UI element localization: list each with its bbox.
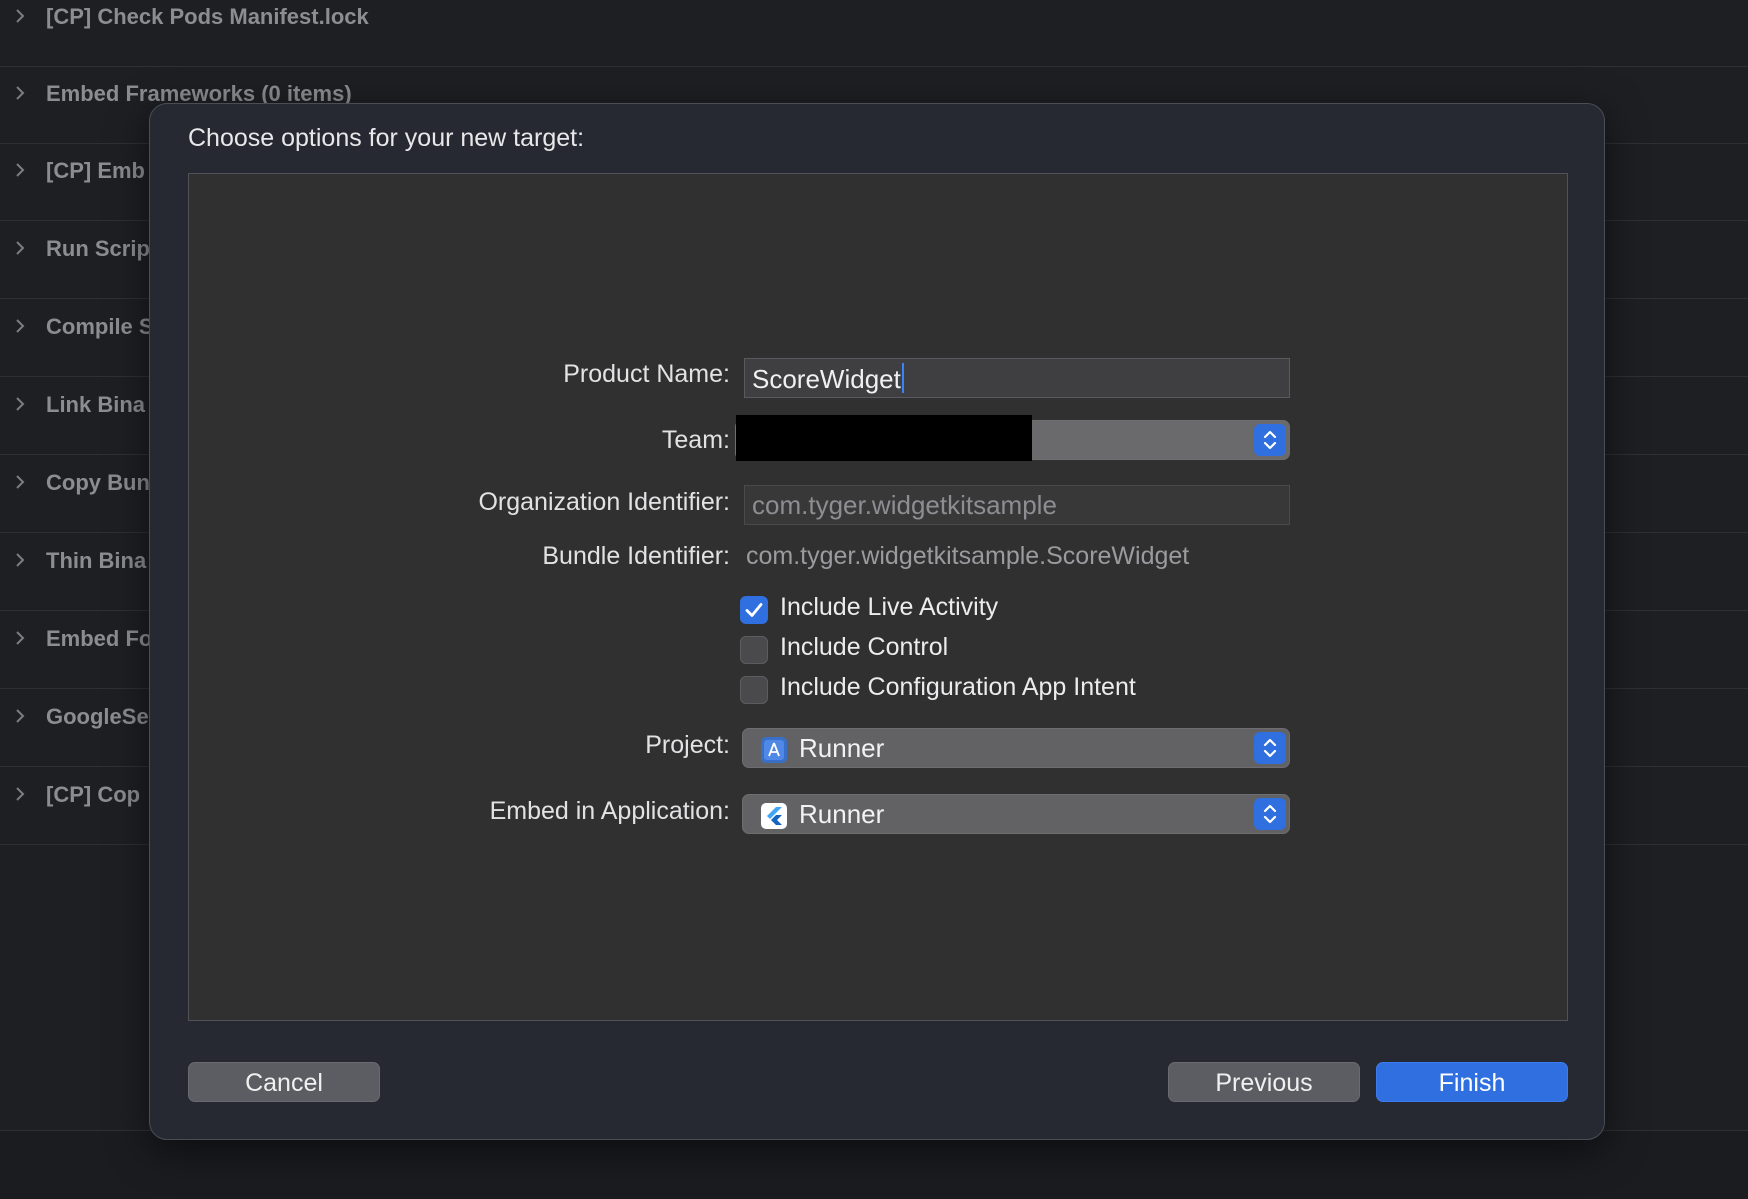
embed-in-application-value: Runner <box>799 799 885 829</box>
build-phase-label: GoogleSe <box>46 704 149 729</box>
bundle-identifier-label: Bundle Identifier: <box>542 542 730 570</box>
chevron-right-icon[interactable] <box>12 160 28 180</box>
text-caret <box>901 363 904 393</box>
team-popup[interactable] <box>735 415 1290 461</box>
organization-identifier-input[interactable]: com.tyger.widgetkitsample <box>744 485 1290 525</box>
build-phase-row[interactable]: [CP] Check Pods Manifest.lock <box>0 0 1748 67</box>
project-popup[interactable]: Runner <box>742 728 1290 768</box>
chevron-right-icon[interactable] <box>12 706 28 726</box>
chevron-right-icon[interactable] <box>12 784 28 804</box>
bottom-bar <box>0 1130 1748 1199</box>
organization-identifier-placeholder: com.tyger.widgetkitsample <box>752 490 1057 520</box>
empty-checkbox-icon[interactable] <box>740 676 768 704</box>
project-label: Project: <box>645 731 730 759</box>
build-phase-label: Run Scrip <box>46 236 150 261</box>
chevron-right-icon[interactable] <box>12 394 28 414</box>
empty-checkbox-icon[interactable] <box>740 636 768 664</box>
previous-button[interactable]: Previous <box>1168 1062 1360 1102</box>
cancel-button[interactable]: Cancel <box>188 1062 380 1102</box>
product-name-input[interactable]: ScoreWidget <box>744 358 1290 398</box>
bundle-identifier-value: com.tyger.widgetkitsample.ScoreWidget <box>746 542 1190 570</box>
build-phase-label: [CP] Emb <box>46 158 145 183</box>
team-label: Team: <box>661 426 730 454</box>
build-phase-label: Link Bina <box>46 392 146 417</box>
build-phase-label: Compile S <box>46 314 154 339</box>
product-name-label: Product Name: <box>563 360 730 388</box>
chevron-right-icon[interactable] <box>12 238 28 258</box>
product-name-value: ScoreWidget <box>752 364 901 394</box>
chevron-right-icon[interactable] <box>12 550 28 570</box>
checkmark-icon[interactable] <box>740 596 768 624</box>
embed-in-application-label: Embed in Application: <box>489 797 730 825</box>
flutter-app-icon <box>761 803 787 829</box>
options-panel: Product Name: ScoreWidget Team: Organiza… <box>188 173 1568 1021</box>
include-live-activity-label: Include Live Activity <box>780 593 999 621</box>
redacted-team-name <box>736 415 1032 461</box>
organization-identifier-label: Organization Identifier: <box>478 488 730 516</box>
project-value: Runner <box>799 733 885 763</box>
chevron-right-icon[interactable] <box>12 6 28 26</box>
finish-button[interactable]: Finish <box>1376 1062 1568 1102</box>
build-phase-label: Copy Bun <box>46 470 150 495</box>
include-configuration-app-intent-label: Include Configuration App Intent <box>780 673 1136 701</box>
chevron-right-icon[interactable] <box>12 628 28 648</box>
up-down-chevron-icon[interactable] <box>1254 732 1286 764</box>
build-phase-label: [CP] Cop <box>46 782 141 807</box>
chevron-right-icon[interactable] <box>12 316 28 336</box>
include-control-label: Include Control <box>780 633 949 661</box>
dialog-title: Choose options for your new target: <box>188 124 585 152</box>
build-phase-label: Thin Bina <box>46 548 147 573</box>
xcode-project-icon <box>761 737 787 763</box>
build-phase-label: Embed Fo <box>46 626 153 651</box>
up-down-chevron-icon[interactable] <box>1254 798 1286 830</box>
up-down-chevron-icon[interactable] <box>1254 424 1286 456</box>
chevron-right-icon[interactable] <box>12 83 28 103</box>
new-target-options-dialog: Choose options for your new target: Prod… <box>149 103 1605 1140</box>
embed-in-application-popup[interactable]: Runner <box>742 794 1290 834</box>
chevron-right-icon[interactable] <box>12 472 28 492</box>
build-phase-label: [CP] Check Pods Manifest.lock <box>46 4 369 29</box>
